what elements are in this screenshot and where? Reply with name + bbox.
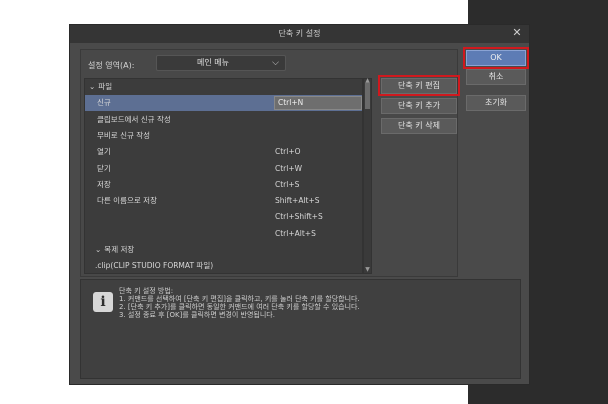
table-row[interactable]: 무비로 신규 작성	[85, 128, 362, 144]
scroll-down-icon[interactable]: ▼	[364, 266, 371, 273]
command-name: 신규	[97, 98, 111, 107]
group-label: ⌄ 복제 저장	[95, 242, 134, 258]
command-name: 닫기	[97, 164, 111, 173]
shortcut-key: Shift+Alt+S	[275, 196, 320, 205]
expand-toggle-icon[interactable]: ⌄	[95, 245, 101, 254]
table-row[interactable]: 다른 이름으로 저장 Shift+Alt+S	[85, 193, 362, 209]
table-row[interactable]: .clip(CLIP STUDIO FORMAT 파일)	[85, 258, 362, 273]
table-row[interactable]: Ctrl+Alt+S	[85, 226, 362, 242]
list-group-header[interactable]: ⌄ 복제 저장	[85, 242, 362, 258]
settings-area-label: 설정 영역(A):	[88, 61, 135, 70]
shortcut-settings-dialog: 단축 키 설정 ✕ 설정 영역(A): 메인 메뉴 ⌵ ⌄ 파일 신규 Ctrl+N 클…	[69, 24, 530, 385]
table-row[interactable]: 저장 Ctrl+S	[85, 177, 362, 193]
command-name: 파일	[98, 82, 113, 91]
expand-toggle-icon[interactable]: ⌄	[89, 82, 95, 91]
close-icon[interactable]: ✕	[511, 26, 523, 40]
delete-shortcut-button[interactable]: 단축 키 삭제	[381, 118, 457, 134]
shortcut-key: Ctrl+Shift+S	[275, 212, 323, 221]
group-label: ⌄ 파일	[89, 79, 112, 95]
command-name: .clip(CLIP STUDIO FORMAT 파일)	[95, 261, 214, 270]
table-row[interactable]: 열기 Ctrl+O	[85, 144, 362, 160]
reset-button[interactable]: 초기화	[466, 95, 526, 111]
command-name: 클립보드에서 신규 작성	[97, 115, 171, 124]
command-name: 열기	[97, 147, 111, 156]
ok-button[interactable]: OK	[466, 50, 526, 66]
chevron-down-icon: ⌵	[272, 58, 279, 68]
help-line: 3. 설정 종료 후 [OK]를 클릭하면 변경이 반영됩니다.	[119, 311, 275, 319]
shortcut-list[interactable]: ⌄ 파일 신규 Ctrl+N 클립보드에서 신규 작성 무비로 신규 작성 열기 Ctrl+O…	[84, 78, 363, 274]
table-row[interactable]: 클립보드에서 신규 작성	[85, 112, 362, 128]
help-text: 단축 키 설정 방법: 1. 커맨드를 선택하여 [단축 키 편집]을 클릭하고…	[119, 287, 519, 319]
command-name: 무비로 신규 작성	[97, 131, 151, 140]
help-line: 2. [단축 키 추가]를 클릭하면 동일한 커맨드에 여러 단축 키를 할당할…	[119, 303, 360, 311]
scrollbar-thumb[interactable]	[365, 83, 370, 109]
settings-area-dropdown[interactable]: 메인 메뉴 ⌵	[156, 55, 286, 71]
shortcut-key: Ctrl+N	[278, 98, 304, 107]
shortcut-key: Ctrl+S	[275, 180, 300, 189]
table-row[interactable]: 닫기 Ctrl+W	[85, 161, 362, 177]
table-row[interactable]: 신규 Ctrl+N	[85, 95, 362, 111]
shortcut-key: Ctrl+W	[275, 164, 303, 173]
edit-shortcut-button[interactable]: 단축 키 편집	[381, 78, 457, 94]
help-line: 1. 커맨드를 선택하여 [단축 키 편집]을 클릭하고, 키를 눌러 단축 키…	[119, 295, 360, 303]
settings-area-value: 메인 메뉴	[197, 58, 229, 67]
command-name: 복제 저장	[104, 245, 135, 254]
table-row[interactable]: Ctrl+Shift+S	[85, 209, 362, 225]
cancel-button[interactable]: 취소	[466, 69, 526, 85]
info-icon: i	[93, 292, 113, 312]
dialog-title: 단축 키 설정	[278, 29, 321, 38]
help-panel: i 단축 키 설정 방법: 1. 커맨드를 선택하여 [단축 키 편집]을 클릭…	[80, 279, 521, 379]
list-scrollbar[interactable]: ▲ ▼	[363, 77, 372, 274]
add-shortcut-button[interactable]: 단축 키 추가	[381, 98, 457, 114]
command-name: 저장	[97, 180, 111, 189]
command-name: 다른 이름으로 저장	[97, 196, 157, 205]
help-title: 단축 키 설정 방법:	[119, 287, 174, 295]
shortcut-key: Ctrl+Alt+S	[275, 229, 316, 238]
shortcut-key: Ctrl+O	[275, 147, 301, 156]
dialog-titlebar[interactable]: 단축 키 설정 ✕	[70, 25, 529, 43]
list-group-header[interactable]: ⌄ 파일	[85, 79, 362, 95]
